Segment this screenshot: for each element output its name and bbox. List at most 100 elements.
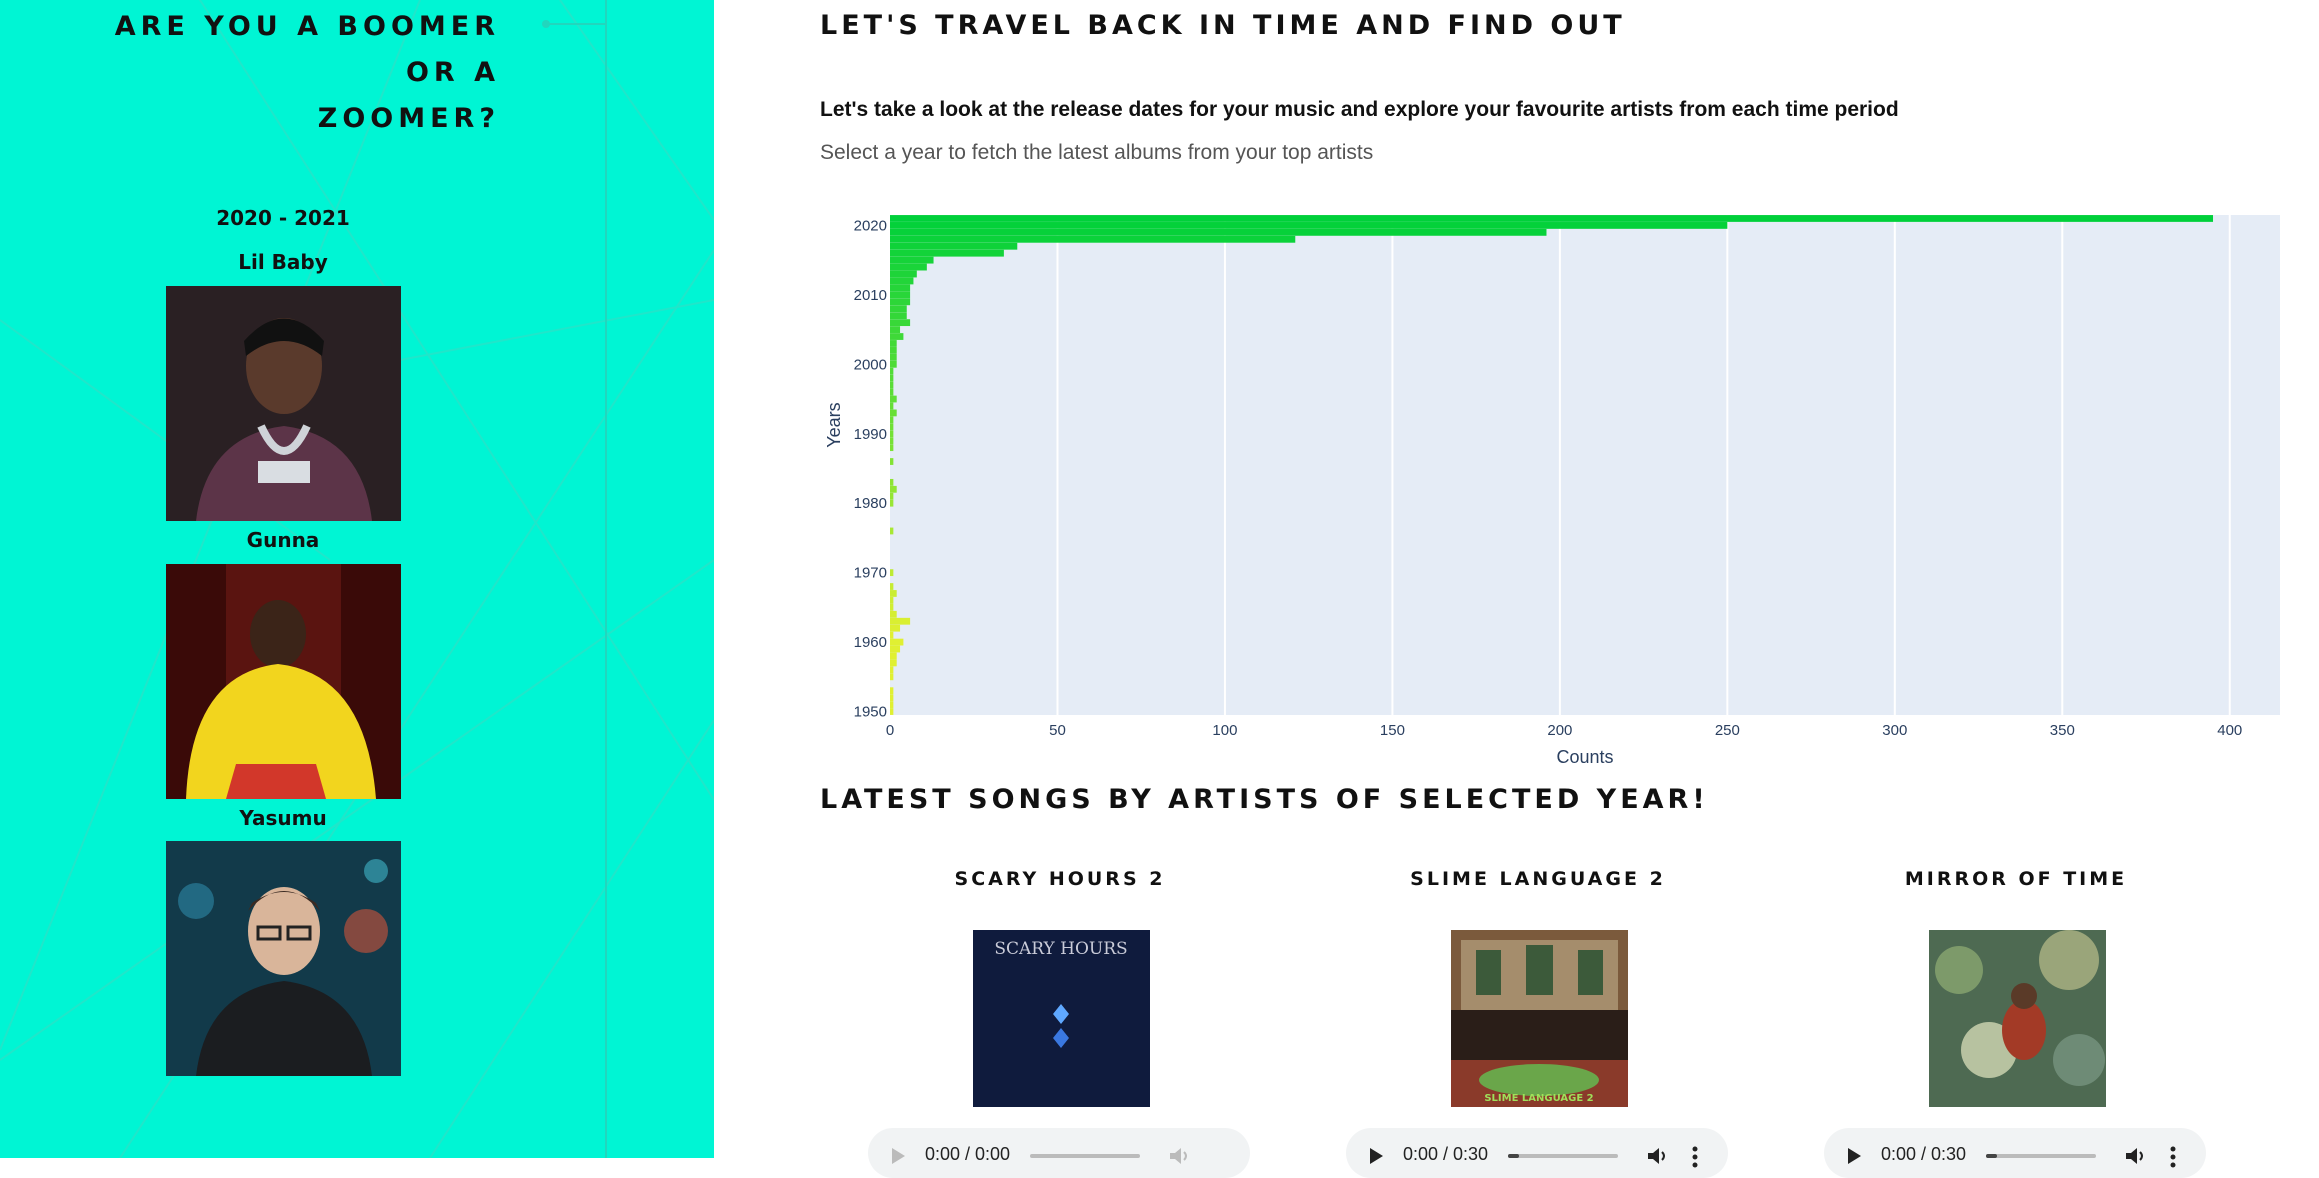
bar[interactable] [890,319,911,327]
x-tick-label: 100 [1212,722,1237,739]
y-tick-label: 2020 [854,217,887,234]
bar[interactable] [890,631,894,639]
bar[interactable] [890,617,911,625]
bar[interactable] [890,624,901,632]
y-tick-label: 1980 [854,495,887,512]
bar[interactable] [890,569,894,577]
bar[interactable] [890,666,894,674]
y-tick-label: 2000 [854,356,887,373]
volume-icon[interactable] [1168,1146,1192,1166]
bar[interactable] [890,485,897,493]
audio-player[interactable]: 0:00 / 0:00 [868,1128,1250,1178]
progress-fill [1986,1154,1997,1158]
intro-text: Let's take a look at the release dates f… [820,98,1899,121]
bar[interactable] [890,610,897,618]
bar[interactable] [890,583,894,590]
bar[interactable] [890,590,897,597]
x-tick-label: 50 [1049,722,1066,739]
bar[interactable] [890,256,934,264]
bar[interactable] [890,235,1296,243]
bar[interactable] [890,527,894,535]
bar[interactable] [890,458,894,465]
bar[interactable] [890,409,897,417]
artist-photo[interactable] [166,564,401,799]
bar[interactable] [890,708,894,715]
bar[interactable] [890,492,894,500]
bar[interactable] [890,298,911,306]
play-icon[interactable] [1370,1148,1383,1164]
x-tick-label: 150 [1380,722,1405,739]
hint-text: Select a year to fetch the latest albums… [820,141,1374,164]
progress-slider[interactable] [1508,1154,1618,1158]
artist-photo[interactable] [166,286,401,521]
artist-photo[interactable] [166,841,401,1076]
player-time: 0:00 / 0:30 [1881,1144,1967,1164]
bar[interactable] [890,263,927,271]
bar[interactable] [890,659,897,667]
bar[interactable] [890,228,1547,236]
progress-slider[interactable] [1986,1154,2096,1158]
bar[interactable] [890,597,894,604]
bar[interactable] [890,291,911,299]
play-icon[interactable] [1848,1148,1861,1164]
y-tick-label: 1970 [854,565,887,582]
play-icon[interactable] [892,1148,905,1164]
bar[interactable] [890,242,1018,250]
bar[interactable] [890,347,897,354]
bar[interactable] [890,402,894,410]
bar[interactable] [890,694,894,702]
bar[interactable] [890,499,894,507]
bar[interactable] [890,444,894,452]
bar[interactable] [890,277,914,285]
bar[interactable] [890,638,904,646]
bar[interactable] [890,437,894,445]
bar[interactable] [890,478,894,486]
bar[interactable] [890,652,897,660]
audio-player[interactable]: 0:00 / 0:30 [1824,1128,2206,1178]
plot-area [890,215,2280,715]
bar[interactable] [890,395,897,403]
y-tick-label: 1990 [854,426,887,443]
album-cover[interactable]: SLIME LANGUAGE 2 [1451,930,1628,1107]
album-cover[interactable]: SCARY HOURS [973,930,1150,1107]
audio-player[interactable]: 0:00 / 0:30 [1346,1128,1728,1178]
bar[interactable] [890,326,901,333]
volume-icon[interactable] [2124,1146,2148,1166]
bar[interactable] [890,215,2214,222]
bar[interactable] [890,603,894,611]
bar[interactable] [890,645,901,653]
bar[interactable] [890,284,911,292]
artist-name: Yasumu [239,806,327,830]
site-title: ARE YOU A BOOMER OR A ZOOMER? [60,4,500,142]
more-options-icon[interactable] [2170,1146,2176,1168]
bar[interactable] [890,687,894,695]
bar[interactable] [890,423,894,431]
page-heading: LET'S TRAVEL BACK IN TIME AND FIND OUT [820,10,1626,41]
progress-slider[interactable] [1030,1154,1140,1158]
bar[interactable] [890,222,1728,229]
bar[interactable] [890,305,907,313]
x-tick-label: 350 [2050,722,2075,739]
volume-icon[interactable] [1646,1146,1670,1166]
bar[interactable] [890,430,894,438]
bar[interactable] [890,360,897,368]
bar[interactable] [890,312,907,320]
release-years-chart[interactable]: 0 50 100 150 200 250 300 350 400 1950 1960 1970 1980… [810,200,2280,780]
album-cover[interactable] [1929,930,2106,1107]
bar[interactable] [890,249,1004,257]
bar[interactable] [890,270,917,278]
bar[interactable] [890,388,894,396]
bar[interactable] [890,333,904,340]
album-title: SLIME LANGUAGE 2 [1410,868,1666,890]
x-axis-label: Counts [1556,747,1613,767]
bar[interactable] [890,673,894,681]
bar[interactable] [890,701,894,708]
album-title: MIRROR OF TIME [1904,868,2128,890]
bar[interactable] [890,381,894,389]
bar[interactable] [890,353,897,361]
bar[interactable] [890,340,897,347]
bar[interactable] [890,416,894,424]
more-options-icon[interactable] [1692,1146,1698,1168]
bar[interactable] [890,374,894,382]
bar[interactable] [890,367,894,375]
